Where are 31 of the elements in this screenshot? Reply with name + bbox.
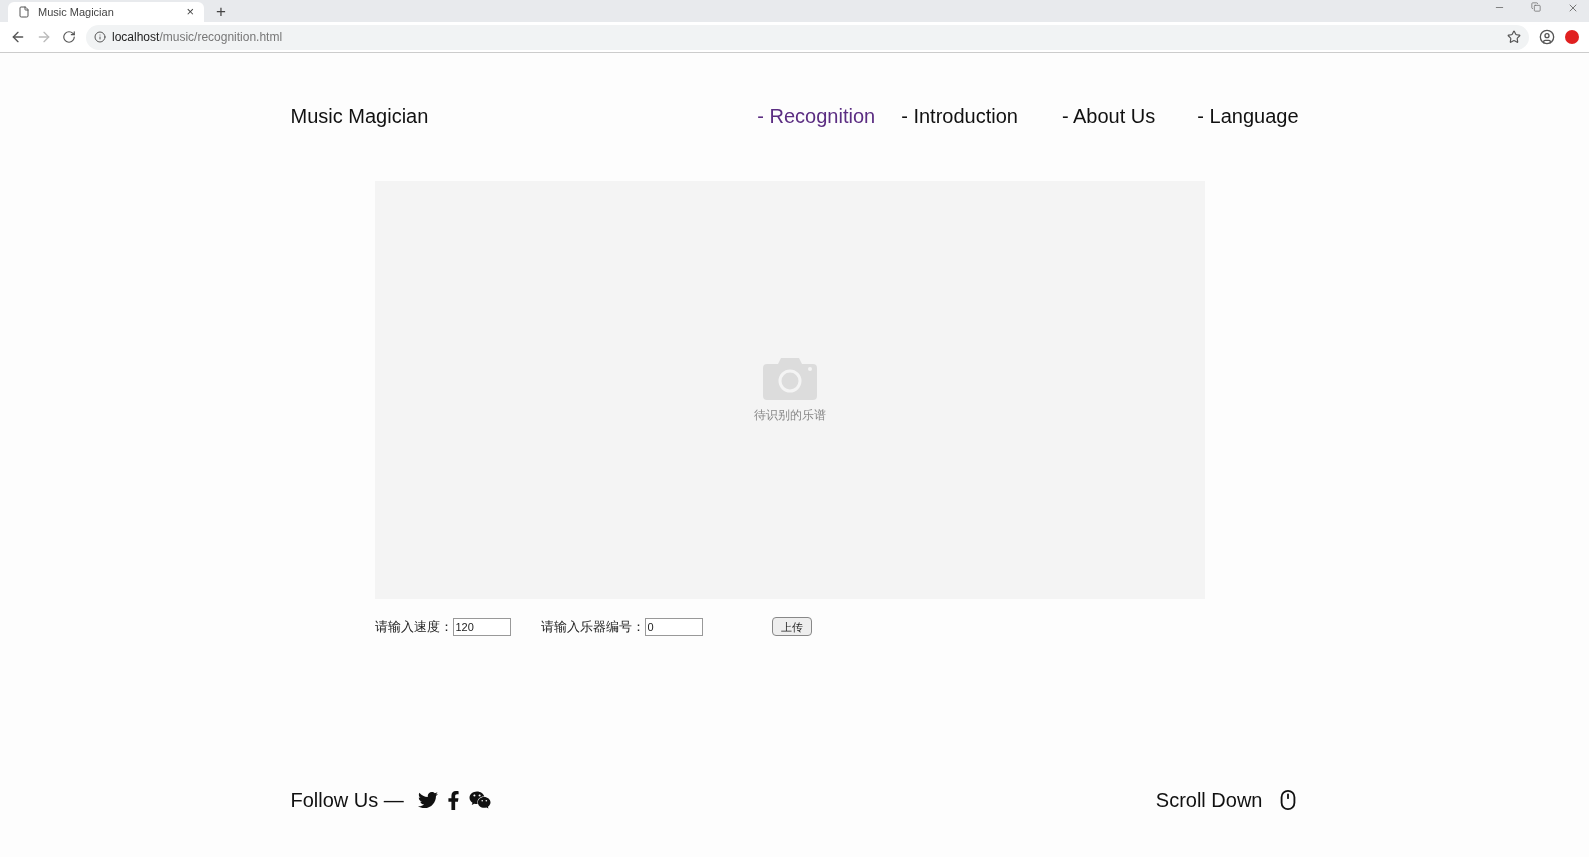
site-logo[interactable]: Music Magician	[290, 101, 429, 131]
bookmark-star-icon[interactable]	[1507, 30, 1521, 44]
profile-icon[interactable]	[1539, 29, 1555, 45]
scroll-down-text: Scroll Down	[1155, 788, 1263, 813]
upload-caption: 待识别的乐谱	[753, 407, 826, 424]
reload-icon[interactable]	[62, 30, 76, 44]
extension-icon[interactable]	[1565, 30, 1579, 44]
tab-title: Music Magician	[38, 4, 115, 20]
nav-link[interactable]: - Recognition	[757, 101, 876, 131]
camera-icon	[762, 356, 817, 400]
info-icon	[94, 31, 106, 43]
browser-tab[interactable]: Music Magician ×	[8, 2, 204, 22]
close-tab-button[interactable]: ×	[186, 2, 194, 22]
follow-us-text: Follow Us —	[290, 788, 404, 813]
address-bar[interactable]: localhost/music/recognition.html	[86, 24, 1529, 50]
instrument-label: 请输入乐器编号：	[540, 618, 645, 636]
wechat-icon[interactable]	[468, 789, 491, 811]
speed-label: 请输入速度：	[374, 618, 453, 636]
new-tab-button[interactable]: +	[216, 3, 226, 20]
nav-link[interactable]: - Introduction	[901, 101, 1018, 131]
instrument-field[interactable]: 0	[644, 617, 703, 636]
nav-link[interactable]: - About Us	[1061, 101, 1156, 131]
page-icon	[18, 6, 30, 18]
upload-button[interactable]: 上传	[771, 617, 812, 637]
url-text: localhost/music/recognition.html	[112, 29, 284, 46]
twitter-icon[interactable]	[417, 790, 438, 810]
speed-field[interactable]: 120	[452, 617, 511, 636]
restore-icon[interactable]	[1531, 2, 1541, 12]
back-icon[interactable]	[10, 29, 26, 45]
nav-link[interactable]: - Language	[1197, 101, 1299, 131]
close-icon[interactable]	[1567, 2, 1579, 14]
